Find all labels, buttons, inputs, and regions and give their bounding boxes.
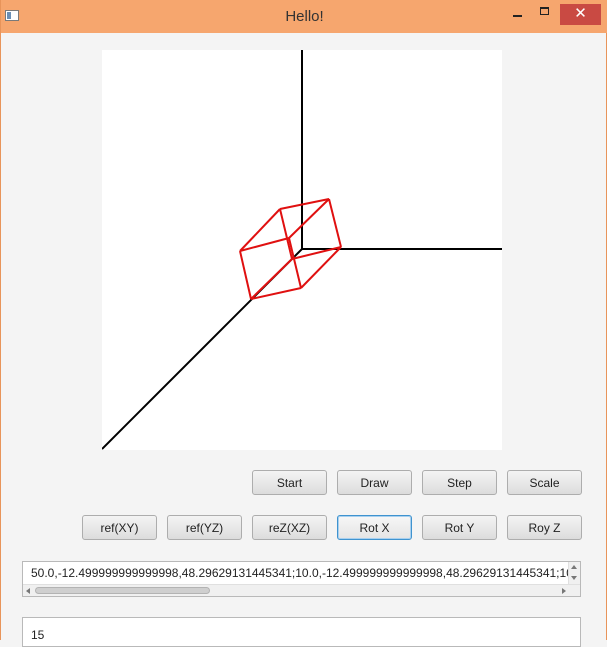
scroll-up-icon[interactable] [571,565,577,569]
start-button[interactable]: Start [252,470,327,495]
step-button[interactable]: Step [422,470,497,495]
axes [102,50,502,450]
rotate-z-button[interactable]: Roy Z [507,515,582,540]
step-input[interactable] [22,617,581,647]
rotate-x-button[interactable]: Rot X [337,515,412,540]
maximize-icon[interactable] [534,3,556,23]
reflect-xy-button[interactable]: ref(XY) [82,515,157,540]
scroll-left-icon[interactable] [26,588,30,594]
scale-button[interactable]: Scale [507,470,582,495]
scroll-down-icon[interactable] [571,576,577,580]
rotate-y-button[interactable]: Rot Y [422,515,497,540]
reflect-yz-button[interactable]: ref(YZ) [167,515,242,540]
minimize-icon[interactable] [507,3,529,23]
cube-edge [288,237,302,289]
points-text: 50.0,-12.499999999999998,48.296291314453… [31,566,581,580]
cube-edge [239,250,252,300]
drawing-canvas[interactable] [102,50,502,450]
cube-edge [250,258,293,300]
app-window: Hello! ✕ Start Draw Step Scale ref(XY) r… [0,0,607,647]
scroll-thumb[interactable] [35,587,210,594]
horizontal-scrollbar[interactable] [23,584,580,596]
cube-edge [279,208,293,260]
projection-svg [102,50,502,450]
vertical-scrollbar[interactable] [568,562,580,584]
cube-edge [288,198,330,239]
scroll-right-icon[interactable] [562,588,566,594]
cube-edge [328,198,342,248]
close-icon[interactable]: ✕ [560,4,601,25]
cube-edge [300,246,342,289]
reflect-xz-button[interactable]: reZ(XZ) [252,515,327,540]
points-textarea[interactable]: 50.0,-12.499999999999998,48.296291314453… [22,561,581,597]
draw-button[interactable]: Draw [337,470,412,495]
title-bar[interactable]: Hello! ✕ [1,0,607,33]
